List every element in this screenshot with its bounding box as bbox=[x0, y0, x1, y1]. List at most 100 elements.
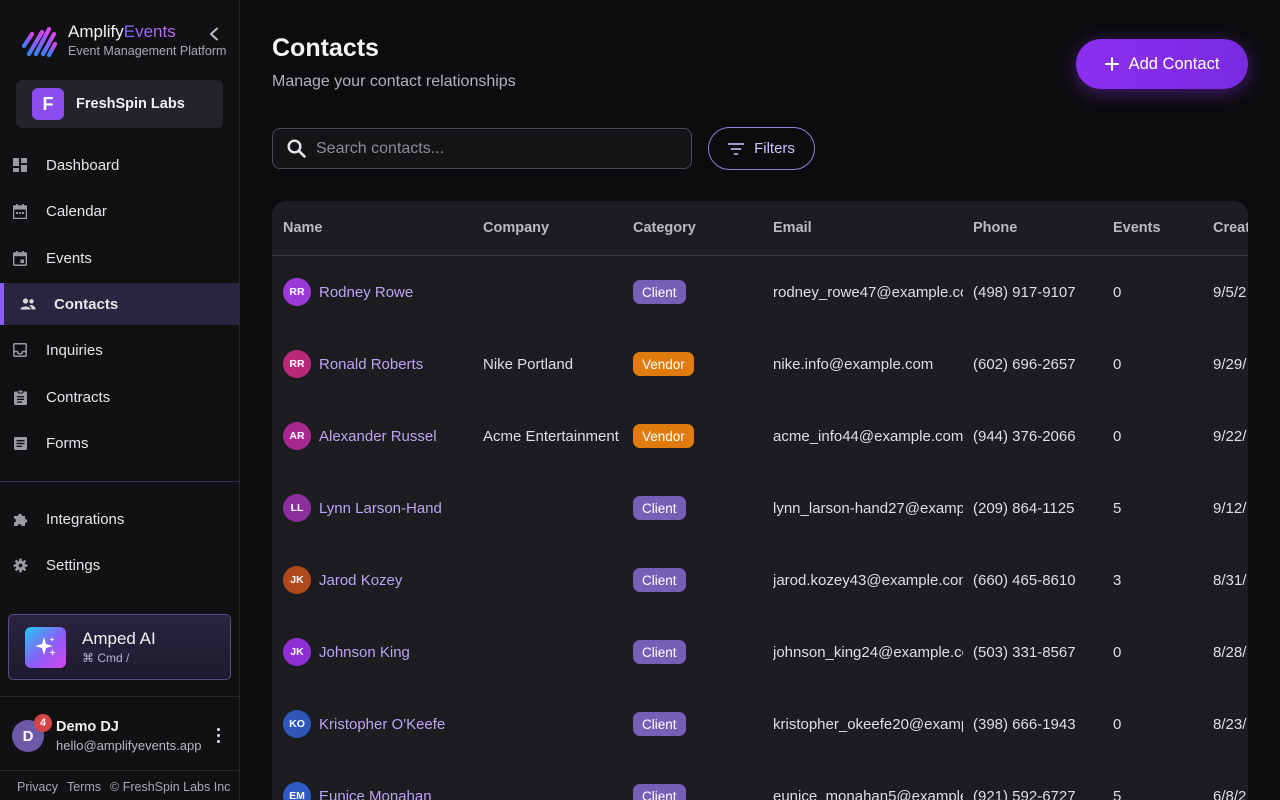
notification-badge[interactable]: 4 bbox=[34, 714, 52, 732]
created-cell: 8/28/ bbox=[1213, 643, 1247, 661]
contact-name-link[interactable]: Eunice Monahan bbox=[319, 788, 432, 800]
ai-shortcut: ⌘ Cmd / bbox=[82, 651, 130, 665]
privacy-link[interactable]: Privacy bbox=[17, 780, 58, 794]
collapse-sidebar-button[interactable] bbox=[204, 24, 224, 44]
column-header-created[interactable]: Creat bbox=[1213, 220, 1248, 236]
column-header-events[interactable]: Events bbox=[1113, 220, 1161, 236]
table-header: Name Company Category Email Phone Events… bbox=[272, 201, 1248, 256]
email-cell: johnson_king24@example.cc bbox=[773, 643, 963, 661]
filters-label: Filters bbox=[754, 140, 795, 157]
more-vertical-icon[interactable] bbox=[210, 726, 226, 744]
email-cell: lynn_larson-hand27@examp bbox=[773, 499, 963, 517]
category-cell: Vendor bbox=[633, 328, 768, 400]
sidebar-item-forms[interactable]: Forms bbox=[0, 422, 239, 464]
avatar: D 4 bbox=[12, 714, 52, 752]
sidebar-divider bbox=[0, 481, 239, 482]
table-row[interactable]: RR Rodney Rowe Client rodney_rowe47@exam… bbox=[272, 256, 1248, 328]
table-row[interactable]: KO Kristopher O'Keefe Client kristopher_… bbox=[272, 688, 1248, 760]
table-row[interactable]: JK Jarod Kozey Client jarod.kozey43@exam… bbox=[272, 544, 1248, 616]
name-cell: AR Alexander Russel bbox=[283, 400, 478, 472]
table-row[interactable]: EM Eunice Monahan Client eunice_monahan5… bbox=[272, 760, 1248, 800]
column-header-phone[interactable]: Phone bbox=[973, 220, 1017, 236]
page-subtitle: Manage your contact relationships bbox=[272, 73, 516, 90]
contact-avatar: EM bbox=[283, 782, 311, 800]
table-row[interactable]: AR Alexander Russel Acme Entertainment V… bbox=[272, 400, 1248, 472]
brand[interactable]: AmplifyEvents Event Management Platform bbox=[20, 20, 226, 58]
events-cell: 5 bbox=[1113, 499, 1122, 517]
brand-subtitle: Event Management Platform bbox=[68, 44, 227, 58]
category-badge: Client bbox=[633, 712, 686, 736]
inbox-icon bbox=[12, 342, 28, 358]
email-cell: rodney_rowe47@example.co bbox=[773, 283, 963, 301]
events-cell: 0 bbox=[1113, 283, 1122, 301]
column-header-category[interactable]: Category bbox=[633, 220, 696, 236]
search-bar[interactable] bbox=[272, 128, 692, 169]
event-icon bbox=[12, 250, 28, 266]
sidebar: AmplifyEvents Event Management Platform … bbox=[0, 0, 240, 800]
sidebar-item-inquiries[interactable]: Inquiries bbox=[0, 329, 239, 371]
gear-icon bbox=[12, 557, 28, 573]
sidebar-item-label: Dashboard bbox=[46, 156, 120, 174]
add-contact-label: Add Contact bbox=[1128, 54, 1220, 73]
copyright-text: © FreshSpin Labs Inc bbox=[110, 780, 231, 794]
sparkle-icon bbox=[25, 626, 66, 668]
page-title: Contacts bbox=[272, 34, 379, 62]
email-cell: acme_info44@example.com bbox=[773, 427, 963, 445]
search-input[interactable] bbox=[316, 139, 656, 158]
table-row[interactable]: LL Lynn Larson-Hand Client lynn_larson-h… bbox=[272, 472, 1248, 544]
company-cell bbox=[483, 256, 629, 328]
created-cell: 6/8/2 bbox=[1213, 787, 1247, 800]
footer-links: Privacy Terms © FreshSpin Labs Inc bbox=[17, 780, 230, 794]
company-cell: Nike Portland bbox=[483, 355, 574, 373]
contact-name-link[interactable]: Lynn Larson-Hand bbox=[319, 500, 442, 517]
created-cell: 8/23/ bbox=[1213, 715, 1247, 733]
category-cell: Client bbox=[633, 256, 768, 328]
add-contact-button[interactable]: Add Contact bbox=[1076, 39, 1248, 89]
sidebar-item-settings[interactable]: Settings bbox=[0, 544, 239, 586]
organization-switcher[interactable]: F FreshSpin Labs bbox=[16, 80, 223, 128]
phone-cell: (660) 465-8610 bbox=[973, 571, 1076, 589]
sidebar-item-contracts[interactable]: Contracts bbox=[0, 376, 239, 418]
filters-button[interactable]: Filters bbox=[708, 127, 815, 170]
table-row[interactable]: JK Johnson King Client johnson_king24@ex… bbox=[272, 616, 1248, 688]
contact-name-link[interactable]: Rodney Rowe bbox=[319, 284, 413, 301]
sidebar-item-calendar[interactable]: Calendar bbox=[0, 190, 239, 232]
form-icon bbox=[12, 435, 28, 451]
company-cell bbox=[483, 544, 629, 616]
company-cell bbox=[483, 760, 629, 800]
sidebar-item-dashboard[interactable]: Dashboard bbox=[0, 144, 239, 186]
contact-name-link[interactable]: Jarod Kozey bbox=[319, 572, 402, 589]
name-cell: EM Eunice Monahan bbox=[283, 760, 478, 800]
sidebar-item-events[interactable]: Events bbox=[0, 237, 239, 279]
sidebar-item-integrations[interactable]: Integrations bbox=[0, 498, 239, 540]
contact-avatar: AR bbox=[283, 422, 311, 450]
name-cell: JK Johnson King bbox=[283, 616, 478, 688]
company-cell bbox=[483, 616, 629, 688]
contact-name-link[interactable]: Johnson King bbox=[319, 644, 410, 661]
calendar-icon bbox=[12, 203, 28, 219]
category-badge: Client bbox=[633, 496, 686, 520]
amped-ai-button[interactable]: Amped AI ⌘ Cmd / bbox=[8, 614, 231, 680]
user-name: Demo DJ bbox=[56, 719, 119, 735]
terms-link[interactable]: Terms bbox=[67, 780, 101, 794]
events-cell: 0 bbox=[1113, 715, 1122, 733]
sidebar-item-contacts[interactable]: Contacts bbox=[0, 283, 239, 325]
column-header-company[interactable]: Company bbox=[483, 220, 549, 236]
user-profile[interactable]: D 4 Demo DJ hello@amplifyevents.app bbox=[12, 714, 232, 756]
user-email: hello@amplifyevents.app bbox=[56, 738, 202, 753]
phone-cell: (944) 376-2066 bbox=[973, 427, 1076, 445]
column-header-email[interactable]: Email bbox=[773, 220, 812, 236]
created-cell: 9/12/ bbox=[1213, 499, 1247, 517]
contact-name-link[interactable]: Ronald Roberts bbox=[319, 356, 423, 373]
column-header-name[interactable]: Name bbox=[283, 220, 323, 236]
contact-name-link[interactable]: Alexander Russel bbox=[319, 428, 437, 445]
company-cell: Acme Entertainment bbox=[483, 427, 619, 445]
name-cell: RR Rodney Rowe bbox=[283, 256, 478, 328]
contact-name-link[interactable]: Kristopher O'Keefe bbox=[319, 716, 445, 733]
table-row[interactable]: RR Ronald Roberts Nike Portland Vendor n… bbox=[272, 328, 1248, 400]
created-cell: 8/31/ bbox=[1213, 571, 1247, 589]
filter-icon bbox=[728, 142, 745, 155]
puzzle-icon bbox=[12, 511, 28, 527]
sidebar-item-label: Forms bbox=[46, 434, 89, 452]
category-badge: Vendor bbox=[633, 424, 694, 448]
